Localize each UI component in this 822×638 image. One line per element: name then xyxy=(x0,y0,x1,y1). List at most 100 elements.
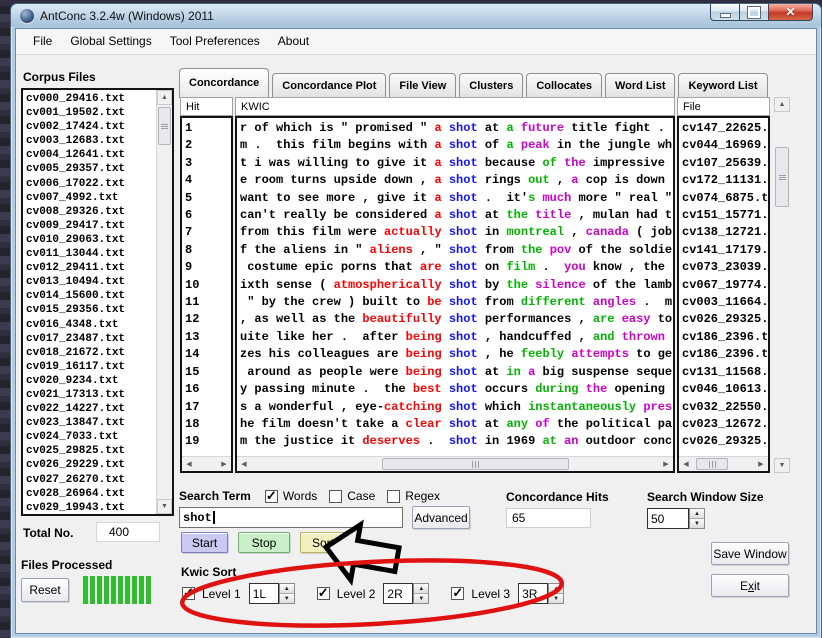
file-cell[interactable]: cv003_11664. xyxy=(682,294,767,311)
file-cell[interactable]: cv067_19774. xyxy=(682,277,767,294)
scroll-left-icon[interactable]: ◀ xyxy=(182,457,196,471)
scroll-down-icon[interactable]: ▼ xyxy=(774,458,790,473)
hit-cell[interactable]: 17 xyxy=(185,399,230,416)
case-checkbox[interactable] xyxy=(329,490,342,503)
kwic-row[interactable]: m . this film begins with a shot of a pe… xyxy=(240,137,672,154)
kwic-row[interactable]: r of which is " promised " a shot at a f… xyxy=(240,120,672,137)
file-cell[interactable]: cv073_23039. xyxy=(682,259,767,276)
kwic-row[interactable]: s a wonderful , eye-catching shot which … xyxy=(240,399,672,416)
corpus-file-item[interactable]: cv026_29229.txt xyxy=(26,458,155,472)
file-cell[interactable]: cv026_29325. xyxy=(682,311,767,328)
corpus-file-item[interactable]: cv005_29357.txt xyxy=(26,162,155,176)
stop-button[interactable]: Stop xyxy=(238,532,290,553)
file-cell[interactable]: cv141_17179. xyxy=(682,242,767,259)
corpus-scrollbar-thumb[interactable] xyxy=(158,107,171,145)
file-cell[interactable]: cv026_29325. xyxy=(682,433,767,450)
corpus-file-list[interactable]: cv000_29416.txtcv001_19502.txtcv002_1742… xyxy=(21,88,174,516)
corpus-file-item[interactable]: cv002_17424.txt xyxy=(26,120,155,134)
hit-column-list[interactable]: 12345678910111213141516171819 ◀ ▶ xyxy=(180,116,233,473)
file-cell[interactable]: cv107_25639. xyxy=(682,155,767,172)
corpus-file-item[interactable]: cv007_4992.txt xyxy=(26,191,155,205)
scroll-right-icon[interactable]: ▶ xyxy=(659,457,673,471)
scroll-down-icon[interactable]: ▼ xyxy=(157,499,172,514)
file-cell[interactable]: cv046_10613. xyxy=(682,381,767,398)
corpus-file-item[interactable]: cv029_19943.txt xyxy=(26,501,155,512)
corpus-file-item[interactable]: cv025_29825.txt xyxy=(26,444,155,458)
tab-collocates[interactable]: Collocates xyxy=(526,73,602,98)
tab-word-list[interactable]: Word List xyxy=(605,73,676,98)
kwic-row[interactable]: m the justice it deserves . shot in 1969… xyxy=(240,433,672,450)
menu-item-tool-preferences[interactable]: Tool Preferences xyxy=(161,29,269,54)
search-window-size-value[interactable]: 50 xyxy=(647,508,689,529)
words-checkbox[interactable]: ✓ xyxy=(265,490,278,503)
hit-cell[interactable]: 15 xyxy=(185,364,230,381)
table-vscrollbar[interactable]: ▲ ▼ xyxy=(774,97,790,473)
file-cell[interactable]: cv147_22625. xyxy=(682,120,767,137)
tab-keyword-list[interactable]: Keyword List xyxy=(678,73,767,98)
exit-button[interactable]: Exit xyxy=(711,574,789,597)
menu-item-about[interactable]: About xyxy=(269,29,318,54)
kwic-hscrollbar[interactable]: ◀ ▶ xyxy=(237,456,673,471)
kwic-hscrollbar-thumb[interactable] xyxy=(382,458,569,470)
save-window-button[interactable]: Save Window xyxy=(711,542,789,565)
tab-clusters[interactable]: Clusters xyxy=(459,73,523,98)
corpus-file-item[interactable]: cv024_7033.txt xyxy=(26,430,155,444)
search-window-size-spinner[interactable]: 50 ▲ ▼ xyxy=(647,508,705,529)
hit-cell[interactable]: 1 xyxy=(185,120,230,137)
file-cell[interactable]: cv138_12721. xyxy=(682,224,767,241)
table-vscrollbar-thumb[interactable] xyxy=(775,147,789,207)
corpus-file-item[interactable]: cv028_26964.txt xyxy=(26,487,155,501)
file-cell[interactable]: cv023_12672. xyxy=(682,416,767,433)
corpus-file-item[interactable]: cv023_13847.txt xyxy=(26,416,155,430)
close-button[interactable]: ✕ xyxy=(768,4,813,21)
corpus-file-item[interactable]: cv001_19502.txt xyxy=(26,106,155,120)
title-bar[interactable]: AntConc 3.2.4w (Windows) 2011 xyxy=(11,4,821,27)
corpus-file-item[interactable]: cv022_14227.txt xyxy=(26,402,155,416)
maximize-button[interactable] xyxy=(739,4,768,21)
corpus-file-item[interactable]: cv021_17313.txt xyxy=(26,388,155,402)
advanced-button[interactable]: Advanced xyxy=(412,506,470,529)
file-cell[interactable]: cv131_11568. xyxy=(682,364,767,381)
corpus-file-item[interactable]: cv016_4348.txt xyxy=(26,318,155,332)
hit-cell[interactable]: 2 xyxy=(185,137,230,154)
minimize-button[interactable] xyxy=(710,4,739,21)
reset-button[interactable]: Reset xyxy=(21,578,69,602)
regex-checkbox[interactable] xyxy=(387,490,400,503)
corpus-scrollbar[interactable]: ▲ ▼ xyxy=(156,90,172,514)
spin-down-icon[interactable]: ▼ xyxy=(690,519,704,528)
corpus-file-item[interactable]: cv012_29411.txt xyxy=(26,261,155,275)
file-column-list[interactable]: cv147_22625.cv044_16969.cv107_25639.cv17… xyxy=(677,116,770,473)
kwic-row[interactable]: ixth sense ( atmospherically shot by the… xyxy=(240,277,672,294)
corpus-file-item[interactable]: cv000_29416.txt xyxy=(26,92,155,106)
file-cell[interactable]: cv151_15771. xyxy=(682,207,767,224)
kwic-row[interactable]: f the aliens in " aliens , " shot from t… xyxy=(240,242,672,259)
kwic-row[interactable]: , as well as the beautifully shot perfor… xyxy=(240,311,672,328)
start-button[interactable]: Start xyxy=(181,532,228,553)
scroll-up-icon[interactable]: ▲ xyxy=(774,97,790,112)
kwic-row[interactable]: t i was willing to give it a shot becaus… xyxy=(240,155,672,172)
file-cell[interactable]: cv032_22550. xyxy=(682,399,767,416)
tab-concordance-plot[interactable]: Concordance Plot xyxy=(272,73,386,98)
corpus-file-item[interactable]: cv009_29417.txt xyxy=(26,219,155,233)
corpus-file-item[interactable]: cv017_23487.txt xyxy=(26,332,155,346)
corpus-file-item[interactable]: cv008_29326.txt xyxy=(26,205,155,219)
spin-up-icon[interactable]: ▲ xyxy=(690,509,704,519)
hit-cell[interactable]: 8 xyxy=(185,242,230,259)
corpus-file-item[interactable]: cv003_12683.txt xyxy=(26,134,155,148)
kwic-row[interactable]: from this film were actually shot in mon… xyxy=(240,224,672,241)
corpus-file-item[interactable]: cv011_13044.txt xyxy=(26,247,155,261)
corpus-file-item[interactable]: cv014_15600.txt xyxy=(26,289,155,303)
hit-cell[interactable]: 16 xyxy=(185,381,230,398)
file-hscrollbar-thumb[interactable] xyxy=(696,458,728,470)
corpus-file-item[interactable]: cv015_29356.txt xyxy=(26,303,155,317)
kwic-row[interactable]: zes his colleagues are being shot , he f… xyxy=(240,346,672,363)
kwic-row[interactable]: costume epic porns that are shot on film… xyxy=(240,259,672,276)
hit-cell[interactable]: 10 xyxy=(185,277,230,294)
kwic-column-list[interactable]: r of which is " promised " a shot at a f… xyxy=(235,116,675,473)
hit-cell[interactable]: 4 xyxy=(185,172,230,189)
kwic-row[interactable]: want to see more , give it a shot . it's… xyxy=(240,190,672,207)
kwic-row[interactable]: can't really be considered a shot at the… xyxy=(240,207,672,224)
scroll-right-icon[interactable]: ▶ xyxy=(754,457,768,471)
hit-cell[interactable]: 13 xyxy=(185,329,230,346)
hit-cell[interactable]: 6 xyxy=(185,207,230,224)
